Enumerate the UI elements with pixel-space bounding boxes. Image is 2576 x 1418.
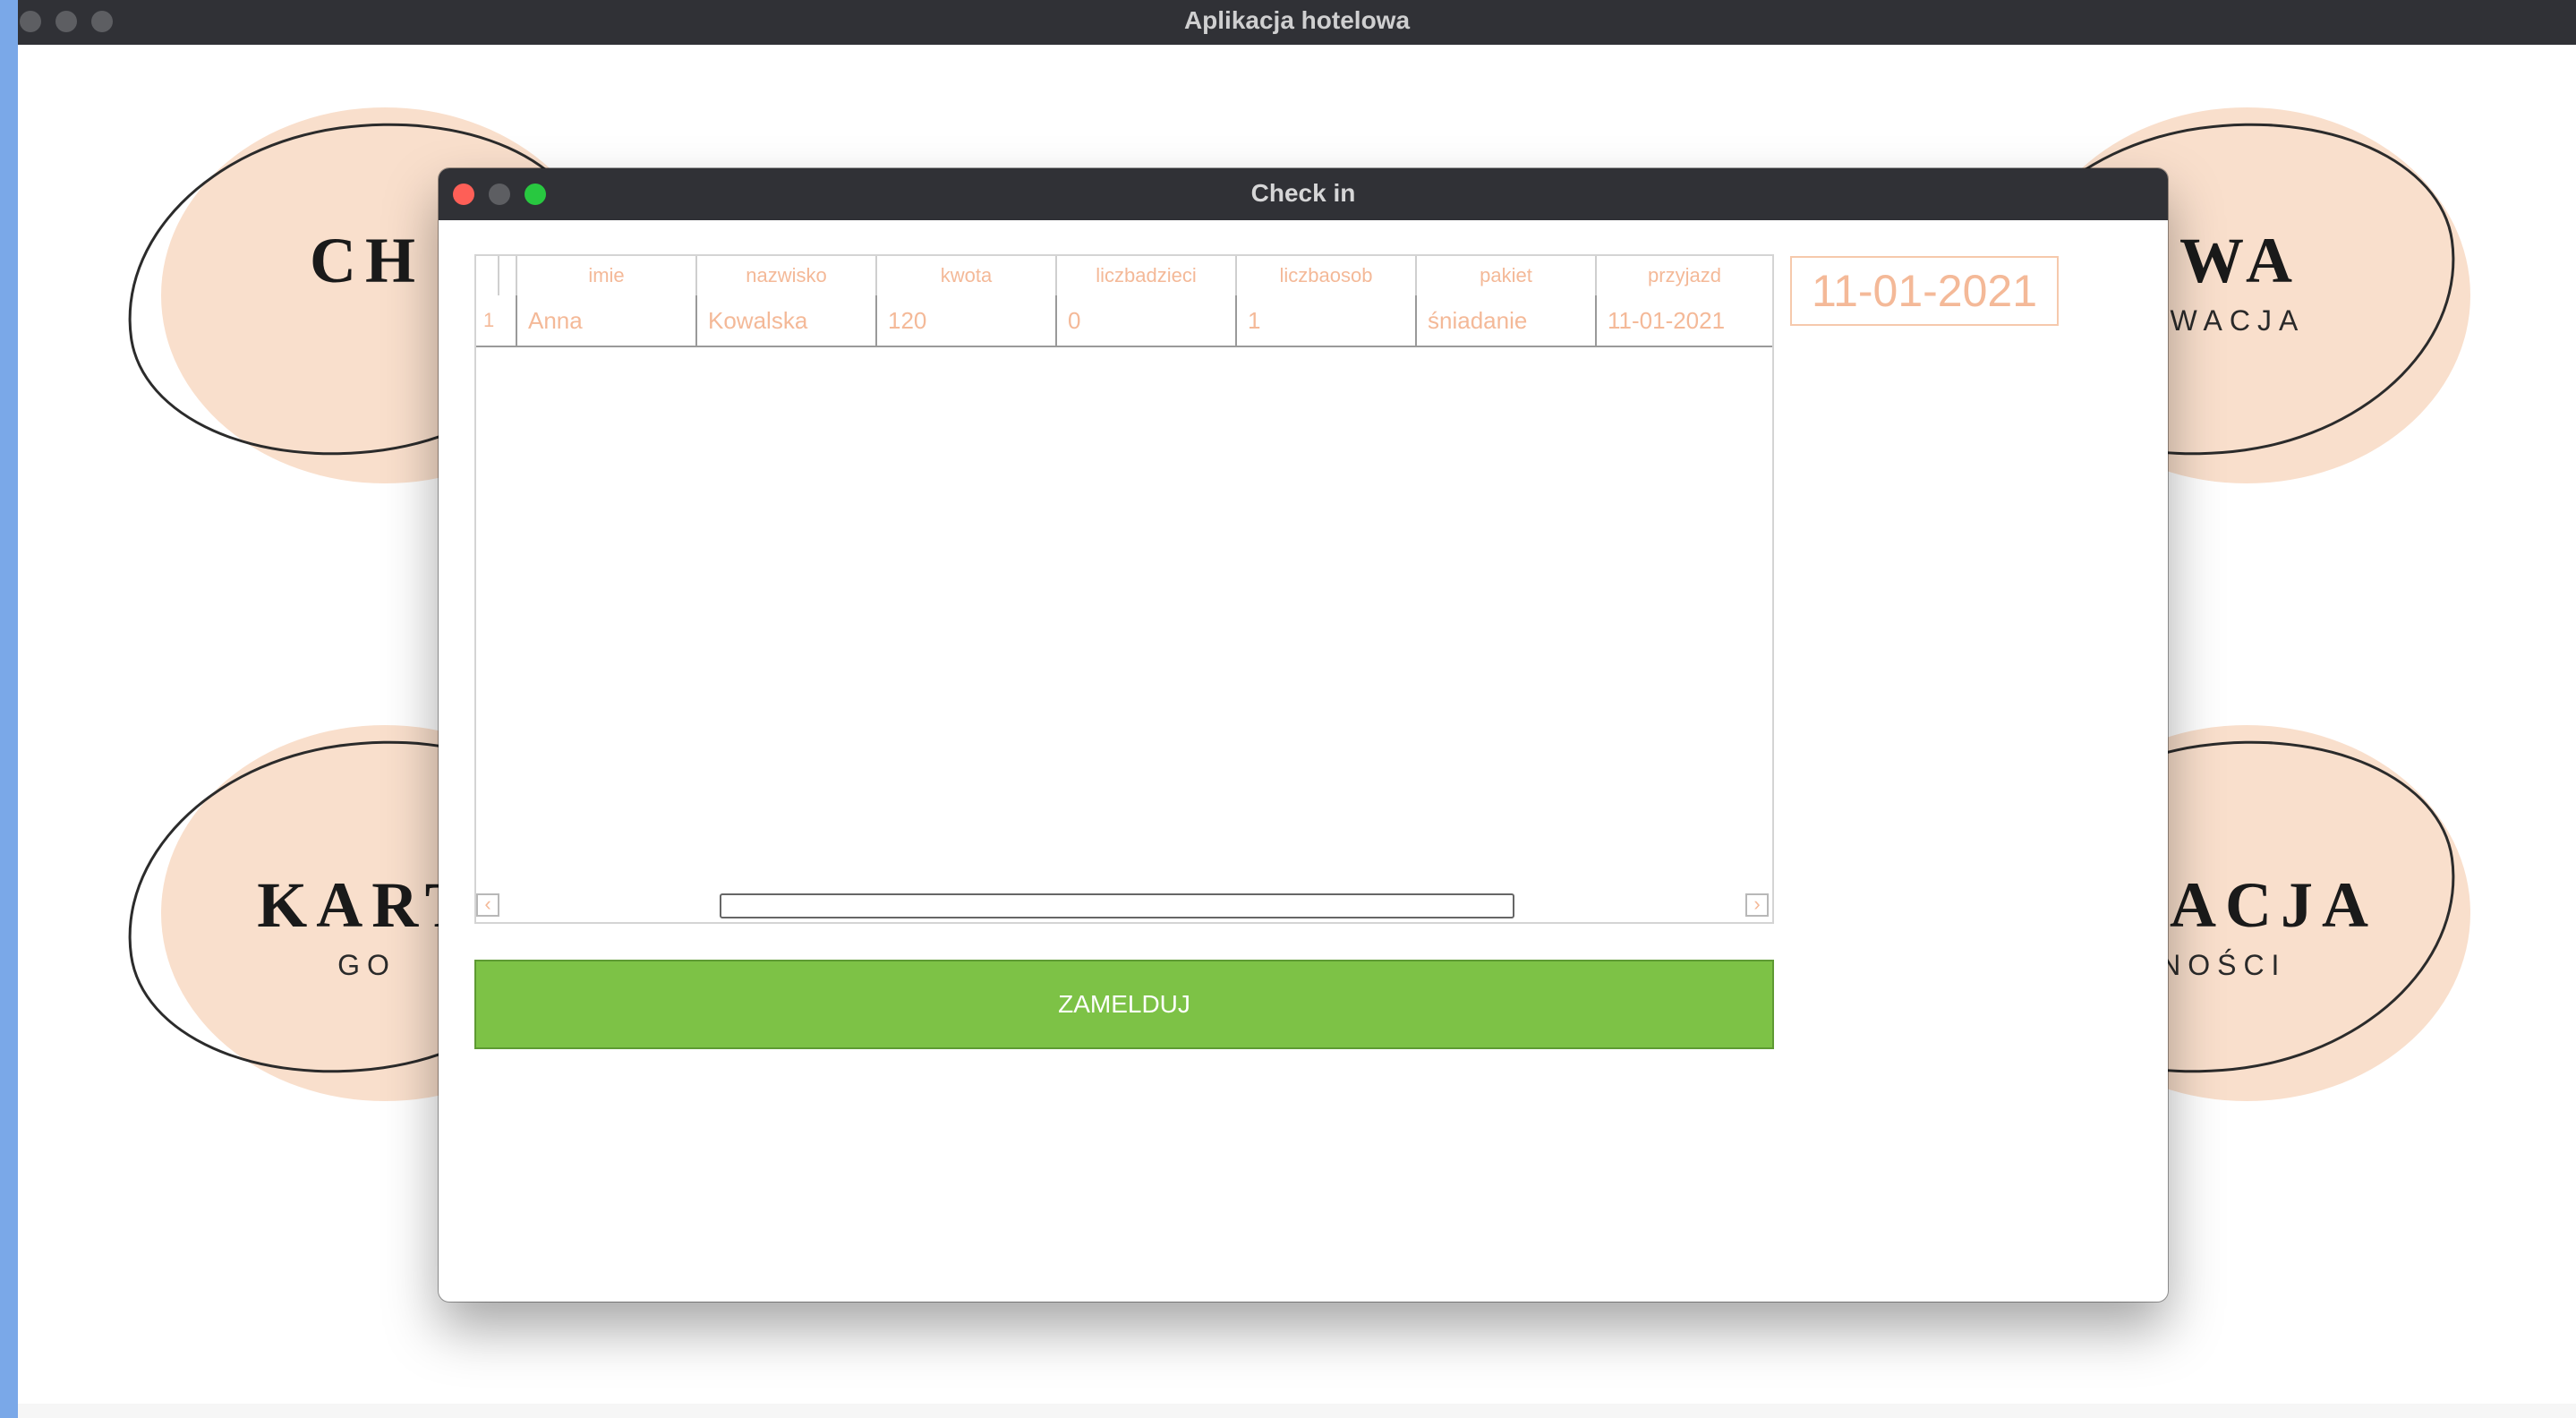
scroll-left-icon[interactable]: ‹ [476,893,499,917]
header-index [498,256,516,295]
cell-liczbadzieci[interactable]: 0 [1055,295,1235,346]
current-date: 11-01-2021 [1790,256,2059,326]
dialog-title: Check in [1250,179,1356,207]
cell-nazwisko[interactable]: Kowalska [695,295,875,346]
dialog-titlebar: Check in [439,168,2168,220]
scroll-right-icon[interactable]: › [1745,893,1769,917]
cell-imie[interactable]: Anna [516,295,695,346]
reservations-table[interactable]: imie nazwisko kwota liczbadzieci liczbao… [474,254,1774,924]
window-bottom-edge [18,1404,2576,1418]
table-row[interactable]: 1 Anna Kowalska 120 0 1 śniadanie 11-01-… [476,295,1772,347]
cell-kwota[interactable]: 120 [875,295,1055,346]
cell-pakiet[interactable]: śniadanie [1415,295,1595,346]
header-kwota[interactable]: kwota [875,256,1055,295]
window-title: Aplikacja hotelowa [1183,6,1411,34]
header-przyjazd[interactable]: przyjazd [1595,256,1772,295]
desktop-edge [0,0,18,1418]
header-imie[interactable]: imie [516,256,695,295]
row-index: 1 [483,309,495,331]
check-in-dialog: Check in imie nazwisko kwota liczbadziec… [439,168,2168,1302]
header-nazwisko[interactable]: nazwisko [695,256,875,295]
header-pakiet[interactable]: pakiet [1415,256,1595,295]
table-header: imie nazwisko kwota liczbadzieci liczbao… [476,256,1772,295]
main-titlebar: Aplikacja hotelowa [18,0,2576,45]
horizontal-scrollbar[interactable]: ‹ › [476,890,1772,920]
scroll-thumb[interactable] [720,893,1514,918]
header-liczbadzieci[interactable]: liczbadzieci [1055,256,1235,295]
check-in-button[interactable]: ZAMELDUJ [474,960,1774,1049]
header-liczbaosob[interactable]: liczbaosob [1235,256,1415,295]
cell-liczbaosob[interactable]: 1 [1235,295,1415,346]
cell-przyjazd[interactable]: 11-01-2021 [1595,295,1772,346]
